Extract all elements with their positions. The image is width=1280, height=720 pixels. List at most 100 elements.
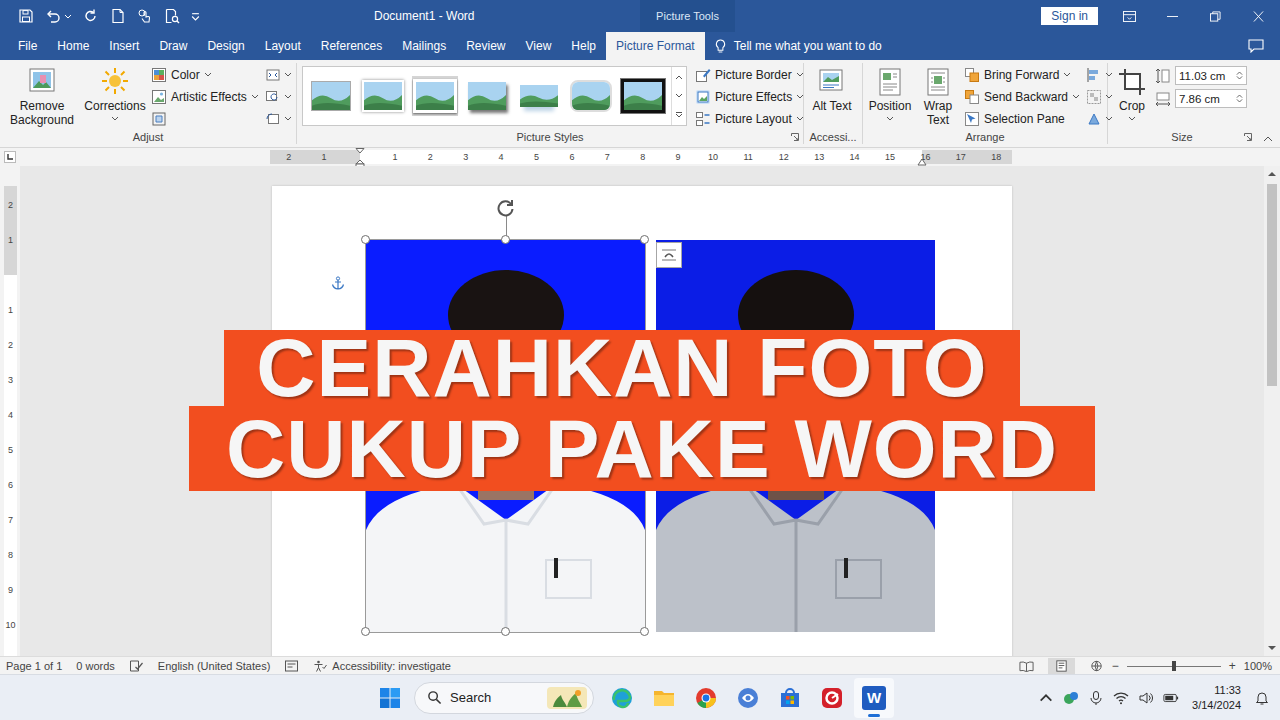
proofing-icon[interactable]	[129, 660, 144, 672]
resize-handle[interactable]	[501, 627, 510, 636]
group-button[interactable]	[1086, 86, 1113, 107]
taskbar-app[interactable]: W	[854, 678, 894, 718]
picture-border-button[interactable]: Picture Border	[693, 64, 806, 85]
spinner-icon[interactable]	[1236, 70, 1243, 81]
taskbar-app[interactable]	[812, 678, 852, 718]
dialog-launcher-icon[interactable]	[791, 133, 799, 141]
wrap-text-button[interactable]: Wrap Text	[916, 64, 960, 127]
ribbon-tab[interactable]: References	[311, 32, 392, 60]
taskbar-app[interactable]	[728, 678, 768, 718]
show-hidden-icons-icon[interactable]	[1038, 690, 1054, 706]
accessibility-status[interactable]: Accessibility: investigate	[332, 660, 451, 672]
picture-style[interactable]	[308, 76, 354, 116]
volume-icon[interactable]	[1138, 690, 1154, 706]
picture-style[interactable]	[516, 76, 562, 116]
ribbon-tab[interactable]: View	[516, 32, 562, 60]
accessibility-icon[interactable]	[313, 660, 328, 672]
print-layout-button[interactable]	[1048, 658, 1075, 674]
transparency-button[interactable]	[149, 108, 261, 129]
position-button[interactable]: Position	[866, 64, 914, 121]
picture-style[interactable]	[412, 76, 458, 116]
word-count[interactable]: 0 words	[76, 660, 115, 672]
color-button[interactable]: Color	[149, 64, 261, 85]
artistic-effects-button[interactable]: Artistic Effects	[149, 86, 261, 107]
microphone-icon[interactable]	[1088, 690, 1104, 706]
redo-icon[interactable]	[83, 8, 99, 24]
undo-dropdown-icon[interactable]	[64, 14, 72, 19]
ribbon-tab[interactable]: File	[8, 32, 47, 60]
zoom-slider[interactable]	[1127, 660, 1221, 672]
rotate-handle-icon[interactable]	[496, 198, 516, 218]
crop-button[interactable]: Crop	[1111, 64, 1153, 121]
remove-background-button[interactable]: Remove Background	[3, 64, 81, 127]
scroll-down-icon[interactable]	[675, 93, 683, 99]
ribbon-tab[interactable]: Mailings	[392, 32, 456, 60]
zoom-out-button[interactable]: −	[1112, 659, 1119, 673]
ribbon-tab[interactable]: Design	[197, 32, 254, 60]
picture-effects-button[interactable]: Picture Effects	[693, 86, 806, 107]
width-field[interactable]: 7.86 cm	[1175, 89, 1247, 108]
reset-picture-button[interactable]	[265, 108, 292, 129]
zoom-slider-thumb[interactable]	[1172, 661, 1176, 671]
zoom-level[interactable]: 100%	[1244, 660, 1272, 672]
bring-forward-button[interactable]: Bring Forward	[962, 64, 1082, 85]
ribbon-tab[interactable]: Home	[47, 32, 99, 60]
battery-icon[interactable]	[1163, 690, 1179, 706]
print-preview-icon[interactable]	[164, 8, 180, 24]
scroll-up-icon[interactable]	[675, 74, 683, 80]
tray-app-icon[interactable]	[1063, 690, 1079, 706]
scroll-down-icon[interactable]	[1264, 640, 1280, 656]
minimize-button[interactable]	[1151, 0, 1194, 32]
undo-icon[interactable]	[45, 8, 61, 24]
change-picture-button[interactable]	[265, 86, 292, 107]
tell-me-search[interactable]: Tell me what you want to do	[715, 32, 882, 60]
clock[interactable]: 11:33 3/14/2024	[1192, 683, 1241, 713]
web-layout-icon[interactable]	[1089, 660, 1104, 672]
ribbon-tab[interactable]: Layout	[255, 32, 311, 60]
rotate-button[interactable]	[1086, 108, 1113, 129]
start-button[interactable]	[370, 678, 410, 718]
close-button[interactable]	[1237, 0, 1280, 32]
taskbar-app[interactable]	[770, 678, 810, 718]
picture-style[interactable]	[568, 76, 614, 116]
right-indent-icon[interactable]	[917, 158, 927, 166]
sign-in-button[interactable]: Sign in	[1041, 7, 1098, 25]
picture-style[interactable]	[620, 76, 666, 116]
alt-text-button[interactable]: Alt Text	[807, 64, 857, 113]
comments-icon[interactable]	[1248, 39, 1264, 53]
save-icon[interactable]	[18, 8, 34, 24]
picture-layout-button[interactable]: Picture Layout	[693, 108, 806, 129]
compress-pictures-button[interactable]	[265, 64, 292, 85]
indent-marker-icon[interactable]	[355, 148, 365, 168]
touch-mode-icon[interactable]	[137, 8, 153, 24]
send-backward-button[interactable]: Send Backward	[962, 86, 1082, 107]
new-document-icon[interactable]	[110, 8, 126, 24]
collapse-ribbon-icon[interactable]	[1263, 136, 1273, 142]
page-count[interactable]: Page 1 of 1	[6, 660, 62, 672]
notifications-icon[interactable]	[1254, 690, 1270, 706]
spinner-icon[interactable]	[1236, 93, 1243, 104]
dialog-launcher-icon[interactable]	[1244, 133, 1252, 141]
align-button[interactable]	[1086, 64, 1113, 85]
height-field[interactable]: 11.03 cm	[1175, 66, 1247, 85]
restore-button[interactable]	[1194, 0, 1237, 32]
scroll-up-icon[interactable]	[1264, 166, 1280, 182]
scrollbar-thumb[interactable]	[1267, 184, 1277, 386]
resize-handle[interactable]	[501, 235, 510, 244]
ribbon-tab[interactable]: Draw	[149, 32, 197, 60]
picture-style[interactable]	[360, 76, 406, 116]
resize-handle[interactable]	[361, 627, 370, 636]
ribbon-tab[interactable]: Insert	[99, 32, 149, 60]
language[interactable]: English (United States)	[158, 660, 271, 672]
taskbar-app[interactable]	[686, 678, 726, 718]
taskbar-search[interactable]: Search	[414, 682, 594, 714]
macro-icon[interactable]	[284, 660, 299, 672]
ribbon-tab[interactable]: Picture Format	[606, 32, 705, 60]
read-mode-icon[interactable]	[1019, 660, 1034, 672]
resize-handle[interactable]	[640, 235, 649, 244]
ribbon-tab[interactable]: Review	[456, 32, 515, 60]
taskbar-app[interactable]	[644, 678, 684, 718]
tab-selector[interactable]	[4, 151, 16, 163]
ribbon-display-button[interactable]	[1108, 0, 1151, 32]
corrections-button[interactable]: Corrections	[83, 64, 147, 121]
